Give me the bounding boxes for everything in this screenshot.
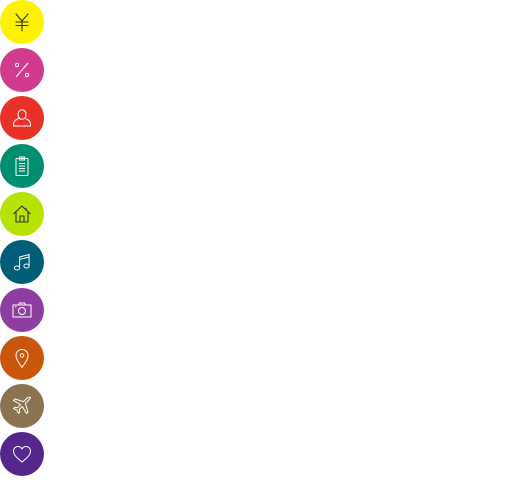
yen-icon bbox=[11, 11, 33, 33]
location-pin-button[interactable] bbox=[0, 336, 44, 380]
camera-icon bbox=[11, 299, 33, 321]
airplane-icon bbox=[11, 395, 33, 417]
yen-button[interactable] bbox=[0, 0, 44, 44]
home-button[interactable] bbox=[0, 192, 44, 236]
clipboard-button[interactable] bbox=[0, 144, 44, 188]
airplane-button[interactable] bbox=[0, 384, 44, 428]
clipboard-icon bbox=[11, 155, 33, 177]
camera-button[interactable] bbox=[0, 288, 44, 332]
user-icon bbox=[11, 107, 33, 129]
home-icon bbox=[11, 203, 33, 225]
user-button[interactable] bbox=[0, 96, 44, 140]
music-button[interactable] bbox=[0, 240, 44, 284]
music-icon bbox=[11, 251, 33, 273]
percent-button[interactable] bbox=[0, 48, 44, 92]
heart-icon bbox=[11, 443, 33, 465]
percent-icon bbox=[11, 59, 33, 81]
location-pin-icon bbox=[11, 347, 33, 369]
heart-button[interactable] bbox=[0, 432, 44, 476]
